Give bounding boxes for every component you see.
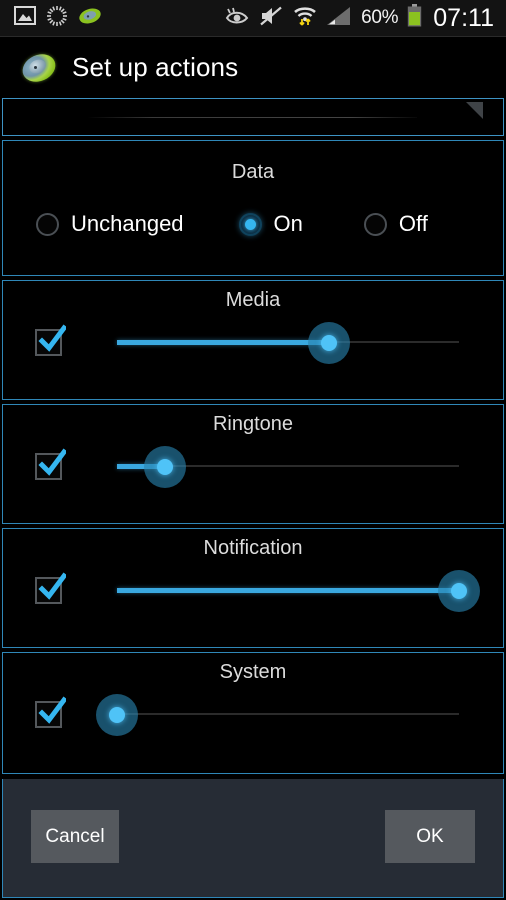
checkmark-icon	[38, 448, 68, 476]
radio-label-on: On	[273, 211, 303, 236]
radio-unchecked-icon[interactable]	[36, 212, 59, 236]
ringtone-section: Ringtone	[2, 404, 504, 524]
checkmark-icon	[38, 696, 68, 724]
radio-unchecked-icon[interactable]	[363, 212, 387, 236]
radio-option-off[interactable]: Off	[363, 211, 428, 237]
radio-label-off: Off	[398, 211, 428, 236]
data-section-title: Data	[231, 161, 275, 183]
ringtone-section-title: Ringtone	[212, 413, 294, 435]
scrolled-text-field-row[interactable]	[2, 98, 504, 136]
status-bar-right-icons: 60% 07:11	[225, 4, 506, 33]
clock-label: 07:11	[433, 3, 494, 32]
notification-slider-row[interactable]	[3, 567, 503, 613]
text-field-underline	[87, 117, 417, 118]
media-slider[interactable]	[117, 321, 459, 364]
cancel-button[interactable]: Cancel	[31, 810, 119, 863]
notification-section: Notification	[2, 528, 504, 648]
status-bar-left-icons	[0, 5, 102, 32]
system-slider-row[interactable]	[3, 691, 503, 737]
wifi-transfer-icon	[293, 5, 317, 31]
ringtone-slider[interactable]	[117, 445, 459, 488]
ok-button[interactable]: OK	[385, 810, 475, 863]
notification-slider[interactable]	[117, 569, 480, 612]
sound-muted-icon	[259, 6, 284, 31]
sections-list[interactable]: Data Unchanged On Off Media Ringtone Not…	[0, 98, 506, 778]
slider-thumb[interactable]	[143, 445, 186, 488]
cellular-signal-icon	[326, 6, 352, 31]
ringtone-slider-row[interactable]	[3, 443, 503, 489]
media-checkbox[interactable]	[35, 324, 68, 356]
slider-thumb[interactable]	[308, 321, 351, 364]
system-section: System	[2, 652, 504, 774]
checkmark-icon	[38, 324, 68, 352]
page-title: Set up actions	[72, 52, 239, 82]
data-radio-group[interactable]: Unchanged On Off	[3, 211, 503, 237]
system-section-title: System	[219, 661, 287, 683]
app-logo-icon	[18, 48, 60, 87]
phone-screen: 60% 07:11 Set up actions Data Unchanged …	[0, 0, 506, 900]
app-notification-icon	[78, 7, 102, 30]
sync-spinner-icon	[46, 5, 68, 32]
data-section: Data Unchanged On Off	[2, 140, 504, 276]
slider-track-fill	[117, 340, 330, 345]
media-section: Media	[2, 280, 504, 400]
slider-track-fill	[117, 588, 459, 593]
checkmark-icon	[38, 572, 68, 600]
media-slider-row[interactable]	[3, 319, 503, 365]
notification-section-title: Notification	[203, 537, 303, 559]
image-icon	[14, 6, 36, 30]
radio-label-unchanged: Unchanged	[71, 211, 184, 236]
radio-option-on[interactable]: On	[238, 211, 303, 237]
ringtone-checkbox[interactable]	[35, 448, 68, 480]
system-checkbox[interactable]	[35, 696, 68, 728]
status-bar: 60% 07:11	[0, 0, 506, 37]
smart-stay-eye-icon	[225, 7, 250, 30]
slider-thumb[interactable]	[96, 693, 138, 736]
slider-track-background	[117, 713, 459, 715]
slider-thumb[interactable]	[438, 569, 480, 612]
title-bar: Set up actions	[0, 37, 506, 98]
system-slider[interactable]	[96, 693, 459, 736]
battery-percent-label: 60%	[361, 7, 399, 28]
radio-checked-icon[interactable]	[238, 212, 262, 236]
battery-icon	[407, 4, 422, 32]
notification-checkbox[interactable]	[35, 572, 68, 604]
radio-option-unchanged[interactable]: Unchanged	[36, 211, 184, 237]
media-section-title: Media	[225, 289, 281, 311]
resize-handle-icon[interactable]	[466, 102, 483, 119]
dialog-button-bar: Cancel OK	[2, 779, 504, 898]
